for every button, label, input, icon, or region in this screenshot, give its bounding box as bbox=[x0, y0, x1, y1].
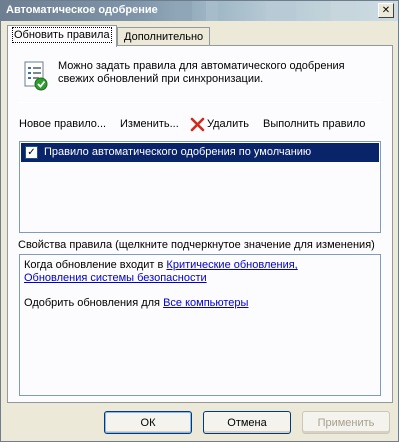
properties-line-2: Одобрить обновления для Все компьютеры bbox=[24, 297, 376, 310]
apply-button[interactable]: Применить bbox=[302, 411, 390, 434]
update-rules-panel: Можно задать правила для автоматического… bbox=[7, 45, 393, 403]
tab-advanced-label: Дополнительно bbox=[124, 31, 204, 43]
separator bbox=[18, 102, 382, 103]
security-updates-link[interactable]: Обновления системы безопасности bbox=[24, 272, 207, 284]
delete-rule-link[interactable]: Удалить bbox=[190, 117, 249, 132]
check-icon: ✓ bbox=[27, 146, 36, 158]
rule-properties-box: Когда обновление входит в Критические об… bbox=[19, 254, 381, 396]
rule-label: Правило автоматического одобрения по умо… bbox=[44, 146, 312, 158]
ok-button[interactable]: ОК bbox=[104, 411, 192, 434]
title-bar[interactable]: Автоматическое одобрение ✕ bbox=[1, 1, 398, 21]
document-checklist-icon bbox=[24, 61, 48, 91]
intro-description: Можно задать правила для автоматического… bbox=[58, 60, 345, 85]
critical-updates-link[interactable]: Критические обновления, bbox=[166, 259, 297, 271]
edit-rule-link[interactable]: Изменить... bbox=[120, 118, 179, 130]
close-icon: ✕ bbox=[381, 4, 391, 16]
rules-list[interactable]: ✓ Правило автоматического одобрения по у… bbox=[19, 141, 381, 233]
tab-update-rules[interactable]: Обновить правила bbox=[7, 25, 117, 47]
properties-line-1: Когда обновление входит в Критические об… bbox=[24, 259, 376, 285]
close-button[interactable]: ✕ bbox=[378, 3, 394, 18]
window-title: Автоматическое одобрение bbox=[6, 4, 158, 16]
tab-advanced[interactable]: Дополнительно bbox=[117, 27, 211, 46]
cancel-button[interactable]: Отмена bbox=[203, 411, 291, 434]
properties-line2-prefix: Одобрить обновления для bbox=[24, 297, 164, 309]
delete-icon bbox=[190, 117, 205, 132]
rule-enabled-checkbox[interactable]: ✓ bbox=[25, 146, 38, 159]
rule-row[interactable]: ✓ Правило автоматического одобрения по у… bbox=[21, 143, 379, 162]
properties-line1-prefix: Когда обновление входит в bbox=[24, 259, 167, 271]
properties-header: Свойства правила (щелкните подчеркнутое … bbox=[18, 239, 375, 251]
auto-approval-dialog: Автоматическое одобрение ✕ Обновить прав… bbox=[0, 0, 399, 442]
new-rule-link[interactable]: Новое правило... bbox=[19, 118, 106, 130]
run-rule-link[interactable]: Выполнить правило bbox=[263, 118, 365, 130]
tab-update-rules-label: Обновить правила bbox=[12, 27, 112, 43]
all-computers-link[interactable]: Все компьютеры bbox=[163, 297, 248, 309]
delete-rule-label: Удалить bbox=[207, 118, 249, 130]
